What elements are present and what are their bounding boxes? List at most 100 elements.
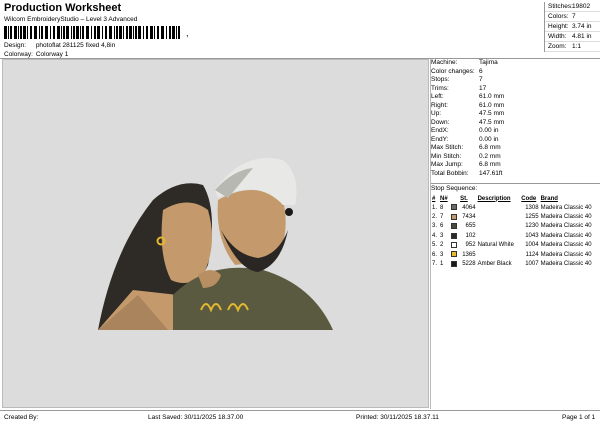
stat-stitches: Stitches: 19802 <box>545 2 600 12</box>
row-code: 1007 <box>525 261 539 268</box>
row-code: 1004 <box>525 242 539 249</box>
row-index: 2. <box>432 214 438 221</box>
col-brand: Brand <box>540 195 558 202</box>
row-swatch <box>450 203 459 212</box>
row-description: Natural White <box>477 242 514 249</box>
row-code: 1308 <box>525 204 539 211</box>
machine-row: Max Stitch: 6.8 mm <box>431 144 501 151</box>
col-swatch <box>450 194 459 203</box>
machine-row: Machine: Tajima <box>431 59 498 66</box>
row-stitches: 952 <box>465 242 476 249</box>
stat-width: Width: 4.81 in <box>545 32 600 42</box>
embroidery-preview <box>98 158 333 330</box>
row-swatch <box>450 259 459 268</box>
machine-row: Max Jump: 6.8 mm <box>431 161 501 168</box>
row-stitches: 4064 <box>462 204 476 211</box>
footer: Created By: Last Saved: 30/11/2025 18.37… <box>0 410 600 424</box>
row-swatch <box>450 212 459 221</box>
table-row: 7. 1 5228 Amber Black 1007 Madeira Classic 40 <box>431 259 600 268</box>
table-row: 3. 6 655 1230 Madeira Classic 40 <box>431 222 600 231</box>
created-by: Created By: <box>4 414 39 421</box>
machine-row: EndY: 0.00 in <box>431 135 499 143</box>
machine-row: Color changes: 6 <box>431 67 483 75</box>
row-needle: 6 <box>439 223 444 230</box>
software-subtitle: Wilcom EmbroideryStudio – Level 3 Advanc… <box>4 16 138 23</box>
machine-info: Machine: Tajima Color changes: 6 Stops: 7 T… <box>431 59 600 178</box>
machine-row: EndX: 0.00 in <box>431 127 499 134</box>
color-swatch <box>450 223 457 230</box>
row-stitches: 102 <box>465 232 476 239</box>
colorway-label: Colorway: <box>4 51 33 58</box>
stop-sequence-table: # N# St. Description Code Brand 1. 8 4064 1… <box>431 194 600 269</box>
row-code: 1255 <box>525 214 539 221</box>
machine-row: Min Stitch: 0.2 mm <box>431 152 501 160</box>
row-swatch <box>450 250 459 259</box>
col-stitches: St. <box>460 195 468 202</box>
row-index: 4. <box>432 232 438 239</box>
stat-colors: Colors: 7 <box>545 12 600 22</box>
row-stitches: 5228 <box>462 261 476 268</box>
row-code: 1124 <box>525 251 539 258</box>
table-row: 5. 2 952 Natural White 1004 Madeira Classic 4… <box>431 241 600 250</box>
printed-date: Printed: 30/11/2025 18.37.11 <box>356 414 439 421</box>
row-needle: 1 <box>439 261 444 268</box>
color-swatch <box>450 251 457 258</box>
machine-row: Total Bobbin: 147.61ft <box>431 169 503 177</box>
last-saved: Last Saved: 30/11/2025 18.37.00 <box>148 414 244 421</box>
color-swatch <box>450 260 457 267</box>
row-swatch <box>450 241 459 250</box>
row-stitches: 7434 <box>462 214 476 221</box>
row-index: 5. <box>432 242 438 249</box>
color-swatch <box>450 213 457 220</box>
machine-row: Down: 47.5 mm <box>431 118 505 126</box>
col-code: Code <box>521 195 537 202</box>
row-needle: 3 <box>439 251 444 258</box>
table-row: 2. 7 7434 1255 Madeira Classic 40 <box>431 212 600 221</box>
col-needle: N# <box>439 195 448 202</box>
stop-sequence-title: Stop Sequence: <box>431 185 478 192</box>
row-stitches: 655 <box>465 223 476 230</box>
row-needle: 3 <box>439 232 444 239</box>
row-needle: 7 <box>439 214 444 221</box>
row-description <box>477 222 521 231</box>
row-description: Amber Black <box>477 261 512 268</box>
machine-row: Trims: 17 <box>431 84 487 92</box>
row-stitches: 1365 <box>462 251 476 258</box>
page-number: Page 1 of 1 <box>562 414 596 421</box>
stat-zoom: Zoom: 1:1 <box>545 42 600 52</box>
row-brand: Madeira Classic 40 <box>540 204 592 211</box>
design-label: Design: <box>4 42 27 49</box>
design-row: Design: photoflat 281125 fixed 4,8in <box>4 42 115 49</box>
sequence-divider <box>431 183 600 184</box>
barcode-suffix: , <box>186 28 189 38</box>
color-swatch <box>450 241 457 248</box>
table-row: 1. 8 4064 1308 Madeira Classic 40 <box>431 203 600 212</box>
design-stats: Stitches: 19802 Colors: 7 Height: 3.74 in W… <box>544 2 600 52</box>
row-description <box>477 212 521 221</box>
row-brand: Madeira Classic 40 <box>540 242 592 249</box>
color-swatch <box>450 204 457 211</box>
colorway-row: Colorway: Colorway 1 <box>4 51 68 58</box>
row-brand: Madeira Classic 40 <box>540 251 592 258</box>
barcode <box>4 26 180 39</box>
col-index: # <box>432 195 436 202</box>
table-row: 6. 3 1365 1124 Madeira Classic 40 <box>431 250 600 259</box>
row-description <box>477 203 521 212</box>
design-value: photoflat 281125 fixed 4,8in <box>35 42 116 49</box>
row-description <box>477 231 521 240</box>
design-preview-canvas <box>2 59 429 408</box>
color-swatch <box>450 232 457 239</box>
col-description: Description <box>477 195 511 202</box>
row-index: 6. <box>432 251 438 258</box>
table-row: 4. 3 102 1043 Madeira Classic 40 <box>431 231 600 240</box>
row-swatch <box>450 231 459 240</box>
row-brand: Madeira Classic 40 <box>540 214 592 221</box>
colorway-value: Colorway 1 <box>35 51 69 58</box>
table-header: # N# St. Description Code Brand <box>431 194 600 203</box>
row-code: 1230 <box>525 223 539 230</box>
row-index: 3. <box>432 223 438 230</box>
machine-row: Up: 47.5 mm <box>431 110 505 117</box>
row-brand: Madeira Classic 40 <box>540 232 592 239</box>
stat-height: Height: 3.74 in <box>545 22 600 32</box>
row-brand: Madeira Classic 40 <box>540 261 592 268</box>
